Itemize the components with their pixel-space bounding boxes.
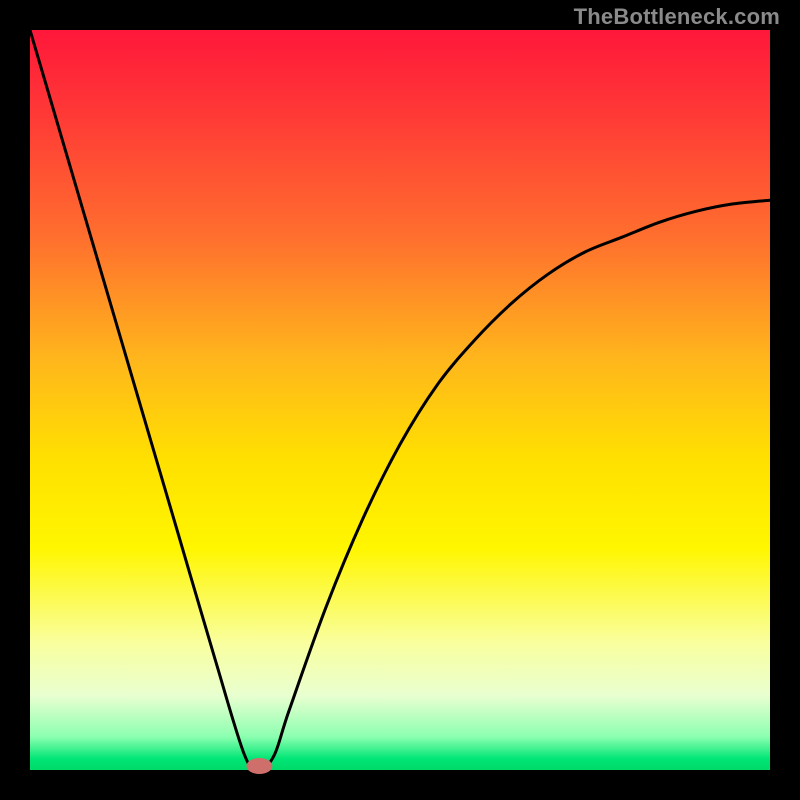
chart-frame: TheBottleneck.com: [0, 0, 800, 800]
plot-background: [30, 30, 770, 770]
optimal-point-marker: [246, 758, 272, 774]
bottleneck-chart: [0, 0, 800, 800]
